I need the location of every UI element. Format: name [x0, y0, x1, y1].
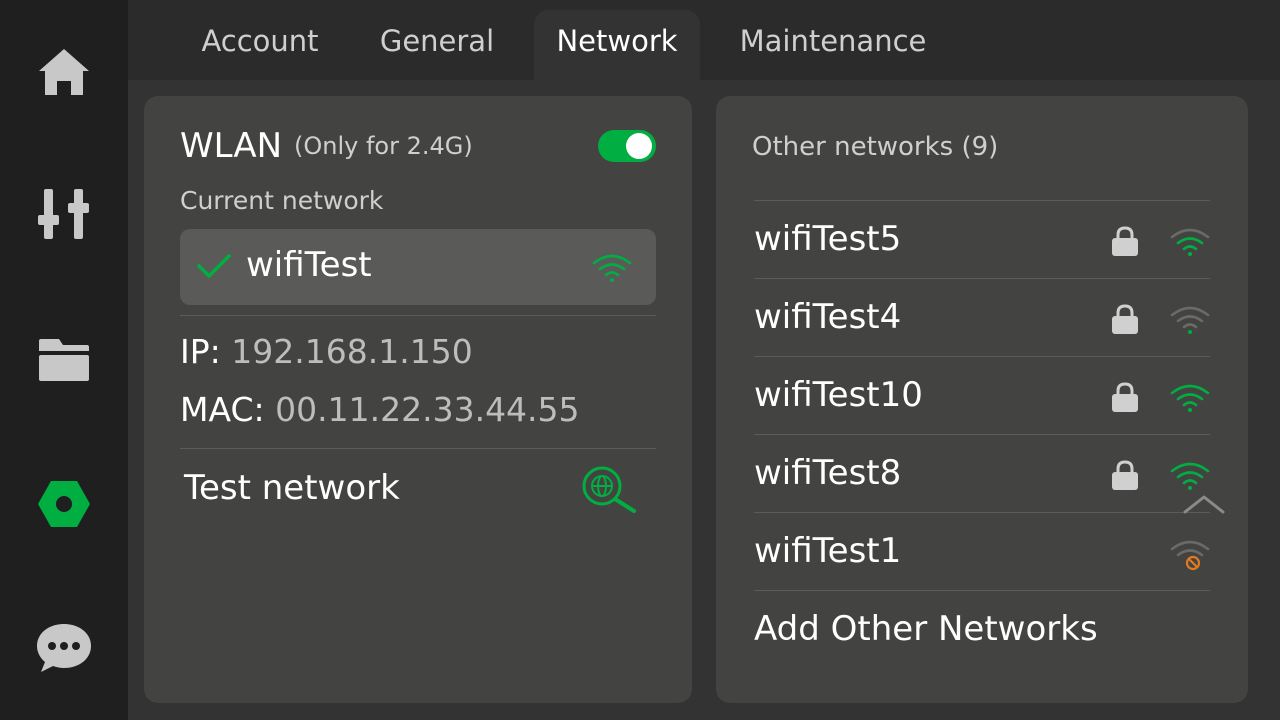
tab-maintenance[interactable]: Maintenance — [722, 10, 944, 80]
sidebar — [0, 0, 128, 720]
lock-icon — [1112, 460, 1138, 490]
sidebar-item-settings[interactable] — [32, 472, 96, 536]
ip-row: IP: 192.168.1.150 — [180, 332, 473, 371]
wifi-weak-icon — [1170, 228, 1210, 256]
network-name: wifiTest5 — [754, 219, 902, 259]
ip-value: 192.168.1.150 — [231, 332, 473, 371]
network-row-wifitest5[interactable]: wifiTest5 — [754, 200, 1210, 278]
sidebar-item-home[interactable] — [32, 40, 96, 104]
wlan-note: (Only for 2.4G) — [294, 132, 473, 160]
wlan-title: WLAN — [180, 126, 283, 166]
wifi-strong-icon — [592, 254, 632, 282]
tab-network[interactable]: Network — [534, 10, 700, 80]
network-row-wifitest8[interactable]: wifiTest8 — [754, 434, 1210, 512]
sidebar-item-messages[interactable] — [32, 616, 96, 680]
lock-icon — [1112, 304, 1138, 334]
home-icon — [39, 49, 89, 95]
wifi-strong-icon — [1170, 462, 1210, 490]
network-name: wifiTest4 — [754, 297, 902, 337]
chevron-up-icon[interactable] — [1182, 492, 1226, 516]
toggle-knob — [626, 133, 652, 159]
tab-bar: Account General Network Maintenance — [128, 0, 1280, 80]
tab-account[interactable]: Account — [176, 10, 344, 80]
lock-icon — [1112, 226, 1138, 256]
mac-label: MAC: — [180, 390, 265, 429]
mac-value: 00.11.22.33.44.55 — [275, 390, 580, 429]
wifi-unavailable-icon — [1170, 540, 1210, 571]
sliders-icon — [38, 189, 89, 239]
other-networks-label: Other networks (9) — [752, 132, 999, 162]
wifi-very-weak-icon — [1170, 306, 1210, 334]
network-test-icon[interactable] — [580, 464, 640, 514]
current-network-item[interactable]: wifiTest — [180, 229, 656, 305]
wlan-toggle[interactable] — [598, 130, 656, 162]
sidebar-item-files[interactable] — [32, 328, 96, 392]
chat-icon — [37, 624, 91, 672]
lock-icon — [1112, 382, 1138, 412]
check-icon — [197, 254, 231, 278]
add-other-networks-button[interactable]: Add Other Networks — [754, 590, 1210, 668]
divider — [180, 448, 656, 449]
tab-general[interactable]: General — [354, 10, 520, 80]
wlan-panel: WLAN (Only for 2.4G) Current network wif… — [144, 96, 692, 703]
test-network-label[interactable]: Test network — [184, 468, 400, 508]
ip-label: IP: — [180, 332, 221, 371]
add-other-networks-label: Add Other Networks — [754, 609, 1098, 649]
sidebar-item-controls[interactable] — [32, 182, 96, 246]
current-network-label: Current network — [180, 186, 384, 215]
network-name: wifiTest8 — [754, 453, 902, 493]
network-name: wifiTest1 — [754, 531, 902, 571]
folder-icon — [39, 339, 89, 381]
wifi-strong-icon — [1170, 384, 1210, 412]
network-name: wifiTest10 — [754, 375, 923, 415]
mac-row: MAC: 00.11.22.33.44.55 — [180, 390, 580, 429]
divider — [180, 315, 656, 316]
other-networks-panel: Other networks (9) wifiTest5 wifiTest4 w… — [716, 96, 1248, 703]
current-network-name: wifiTest — [246, 245, 372, 285]
network-row-wifitest4[interactable]: wifiTest4 — [754, 278, 1210, 356]
settings-hex-icon — [38, 481, 90, 527]
network-row-wifitest10[interactable]: wifiTest10 — [754, 356, 1210, 434]
network-row-wifitest1[interactable]: wifiTest1 — [754, 512, 1210, 590]
